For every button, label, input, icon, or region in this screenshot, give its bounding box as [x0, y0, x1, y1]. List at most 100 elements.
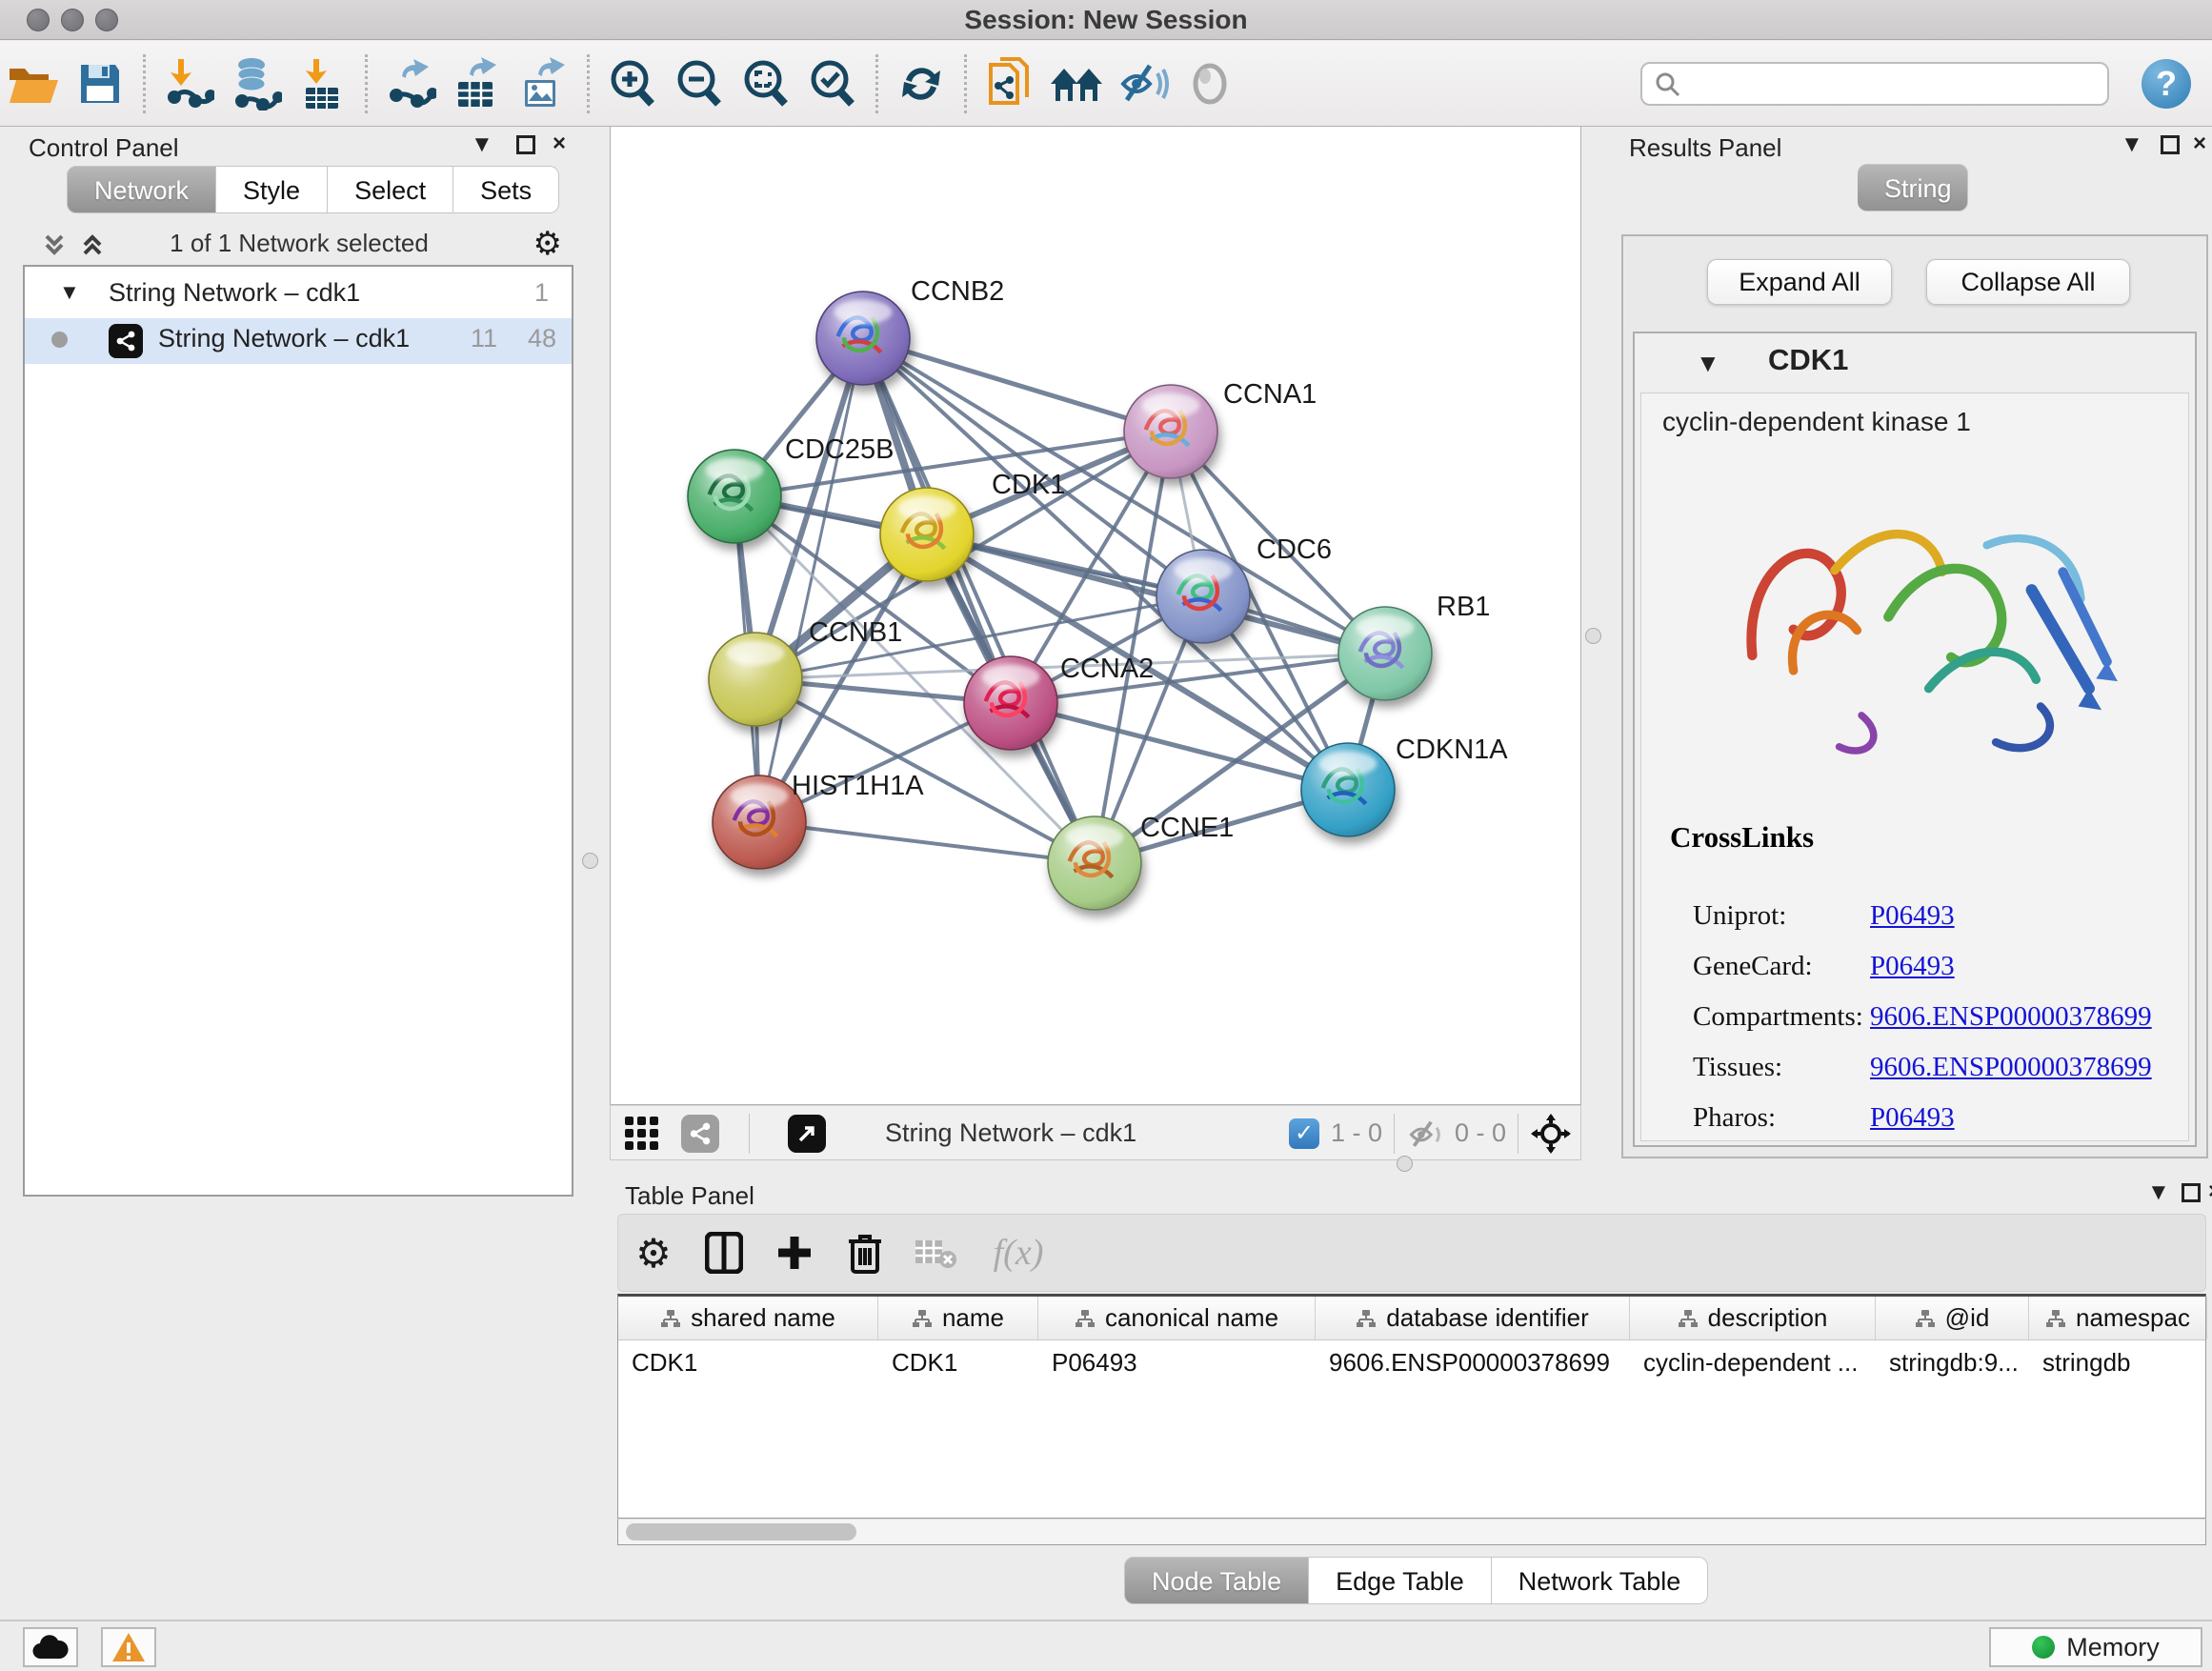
refresh-button[interactable] [888, 50, 955, 118]
selected-checkbox-icon[interactable]: ✓ [1289, 1118, 1319, 1149]
crosslink-link[interactable]: P06493 [1870, 951, 1955, 982]
open-session-button[interactable] [0, 50, 67, 118]
crosslink-row: Uniprot:P06493 [1693, 900, 2188, 950]
network-node-CCNB2[interactable] [816, 292, 910, 385]
network-canvas[interactable]: CCNB2CCNA1CDC25BCDK1CDC6RB1CCNB1CCNA2CDK… [610, 126, 1581, 1105]
tab-style[interactable]: Style [216, 166, 328, 213]
network-node-CCNB1[interactable] [709, 633, 802, 726]
close-panel-icon[interactable]: × [2193, 131, 2206, 157]
zoom-out-button[interactable] [666, 50, 733, 118]
tab-network-table[interactable]: Network Table [1492, 1557, 1709, 1604]
import-network-file-button[interactable] [155, 50, 222, 118]
crosslink-link[interactable]: P06493 [1870, 900, 1955, 932]
network-collection-row[interactable]: ▼ String Network – cdk1 1 [25, 272, 572, 318]
zoom-selected-button[interactable] [799, 50, 866, 118]
tab-sets[interactable]: Sets [453, 166, 559, 213]
save-session-button[interactable] [67, 50, 133, 118]
import-network-database-button[interactable] [222, 50, 289, 118]
gear-icon[interactable]: ⚙ [533, 225, 562, 263]
network-node-RB1[interactable] [1338, 607, 1432, 700]
collapse-triangle-icon[interactable]: ▼ [1696, 349, 1720, 378]
column-header-namespac[interactable]: namespac [2029, 1297, 2207, 1339]
import-table-button[interactable] [289, 50, 355, 118]
panel-menu-icon[interactable]: ▼ [471, 131, 493, 158]
fit-selected-crosshair-icon[interactable] [1531, 1114, 1571, 1154]
zoom-fit-button[interactable] [733, 50, 799, 118]
column-header-shared-name[interactable]: shared name [618, 1297, 878, 1339]
status-bar: Memory [0, 1620, 2212, 1671]
warnings-button[interactable] [101, 1627, 156, 1667]
column-header-canonical-name[interactable]: canonical name [1038, 1297, 1316, 1339]
search-input[interactable] [1640, 62, 2109, 106]
table-cell[interactable]: cyclin-dependent ... [1630, 1340, 1876, 1386]
show-hidden-button[interactable] [1176, 50, 1243, 118]
network-node-CDKN1A[interactable] [1301, 743, 1395, 836]
memory-button[interactable]: Memory [1989, 1627, 2202, 1667]
network-share-button[interactable] [681, 1115, 719, 1153]
table-cell[interactable]: CDK1 [878, 1340, 1038, 1386]
birdseye-grid-icon[interactable] [624, 1116, 660, 1152]
tab-string[interactable]: String [1858, 164, 1968, 211]
export-table-button[interactable] [444, 50, 511, 118]
node-result-header[interactable]: ▼ CDK1 [1635, 333, 2195, 393]
table-cell[interactable]: stringdb [2029, 1340, 2207, 1386]
close-panel-icon[interactable]: × [2208, 1178, 2212, 1205]
cloud-button[interactable] [23, 1627, 78, 1667]
column-header-database-identifier[interactable]: database identifier [1316, 1297, 1630, 1339]
home-button[interactable] [1043, 50, 1110, 118]
scrollbar-thumb[interactable] [626, 1523, 856, 1540]
network-node-CDK1[interactable] [880, 488, 974, 581]
share-document-button[interactable] [976, 50, 1043, 118]
table-cell[interactable]: 9606.ENSP00000378699 [1316, 1340, 1630, 1386]
collapse-all-button[interactable]: Collapse All [1926, 259, 2130, 305]
panel-menu-icon[interactable]: ▼ [2121, 131, 2143, 158]
float-panel-icon[interactable] [516, 135, 535, 154]
crosslink-link[interactable]: 9606.ENSP00000378699 [1870, 1001, 2152, 1033]
function-builder-button[interactable]: f(x) [971, 1219, 1066, 1286]
column-header-name[interactable]: name [878, 1297, 1038, 1339]
network-row[interactable]: String Network – cdk1 11 48 [25, 318, 572, 364]
network-edge-CCNB2-CCNA1[interactable] [863, 338, 1171, 432]
tab-select[interactable]: Select [328, 166, 453, 213]
open-in-new-window-button[interactable] [788, 1115, 826, 1153]
delete-column-button[interactable] [830, 1219, 900, 1286]
crosslink-link[interactable]: P06493 [1870, 1102, 1955, 1134]
column-header-@id[interactable]: @id [1876, 1297, 2029, 1339]
export-network-button[interactable] [377, 50, 444, 118]
float-panel-icon[interactable] [2182, 1183, 2201, 1202]
expand-all-button[interactable]: Expand All [1707, 259, 1892, 305]
export-image-button[interactable] [511, 50, 577, 118]
network-node-CDC6[interactable] [1156, 550, 1250, 643]
hide-unhide-button[interactable] [1110, 50, 1176, 118]
crosslink-link[interactable]: 9606.ENSP00000378699 [1870, 1052, 2152, 1083]
panel-menu-icon[interactable]: ▼ [2147, 1179, 2170, 1206]
tab-network[interactable]: Network [67, 166, 216, 213]
table-settings-button[interactable]: ⚙ [618, 1219, 689, 1286]
close-panel-icon[interactable]: × [553, 131, 566, 157]
network-node-CCNE1[interactable] [1048, 816, 1141, 910]
bottom-splitter-handle[interactable] [1397, 1156, 1413, 1172]
float-panel-icon[interactable] [2161, 135, 2180, 154]
delete-table-button[interactable] [900, 1219, 971, 1286]
left-splitter-handle[interactable] [582, 853, 598, 869]
table-cell[interactable]: CDK1 [618, 1340, 878, 1386]
network-edge-HIST1H1A-CCNE1[interactable] [759, 822, 1095, 863]
tab-edge-table[interactable]: Edge Table [1309, 1557, 1492, 1604]
table-horizontal-scrollbar[interactable] [617, 1519, 2206, 1545]
collapse-triangle-icon[interactable]: ▼ [59, 280, 80, 305]
zoom-in-button[interactable] [599, 50, 666, 118]
network-node-CCNA2[interactable] [964, 656, 1057, 750]
show-columns-button[interactable] [689, 1219, 759, 1286]
column-header-description[interactable]: description [1630, 1297, 1876, 1339]
table-cell[interactable]: P06493 [1038, 1340, 1316, 1386]
network-node-CDC25B[interactable] [688, 450, 781, 543]
table-panel-tabs: Node TableEdge TableNetwork Table [1124, 1557, 1708, 1604]
hidden-eye-icon[interactable] [1407, 1118, 1445, 1151]
network-node-CCNA1[interactable] [1124, 385, 1217, 478]
create-column-button[interactable] [759, 1219, 830, 1286]
table-row[interactable]: CDK1CDK1P064939606.ENSP00000378699cyclin… [618, 1340, 2205, 1386]
help-button[interactable]: ? [2142, 59, 2191, 109]
table-cell[interactable]: stringdb:9... [1876, 1340, 2029, 1386]
tab-node-table[interactable]: Node Table [1124, 1557, 1309, 1604]
right-splitter-handle[interactable] [1585, 628, 1601, 644]
